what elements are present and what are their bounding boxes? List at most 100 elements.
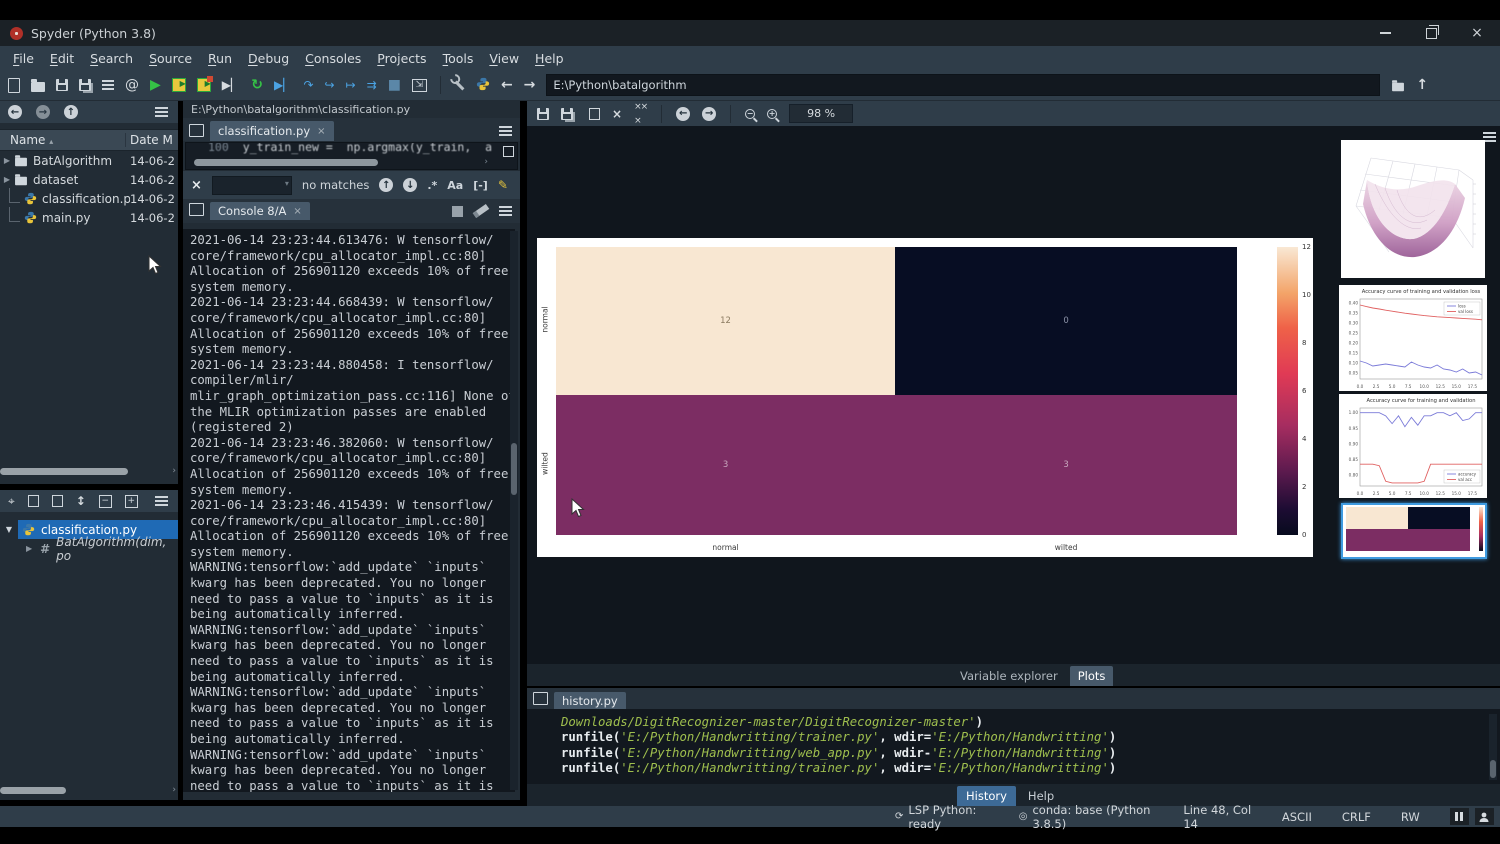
explorer-row-dataset[interactable]: ▶dataset14-06-2	[0, 170, 178, 189]
close-button[interactable]: ×	[1454, 20, 1500, 46]
explorer-forward-icon[interactable]: →	[36, 105, 50, 119]
zoom-out-icon[interactable]: −	[745, 109, 755, 119]
save-all-icon[interactable]	[79, 79, 91, 91]
zoom-level[interactable]: 98 %	[789, 104, 853, 123]
step-out-icon[interactable]: ↦	[346, 78, 356, 92]
find-input[interactable]	[212, 176, 292, 195]
step-into-icon[interactable]: ↪	[325, 78, 335, 92]
console-tab[interactable]: Console 8/A×	[210, 202, 310, 220]
explorer-row-classification-py[interactable]: classification.py14-06-2	[0, 189, 178, 208]
new-file-icon[interactable]	[8, 78, 20, 93]
loss-curve-thumbnail[interactable]: Accuracy curve of training and validatio…	[1339, 285, 1487, 391]
working-directory-input[interactable]	[546, 74, 1380, 96]
previous-plot-icon[interactable]: ←	[676, 107, 690, 121]
menu-view[interactable]: View	[482, 49, 526, 68]
outline-hscrollbar[interactable]: ‹›	[0, 786, 178, 795]
run-selection-icon[interactable]: ▶▏	[222, 78, 240, 92]
browse-directory-icon[interactable]	[1392, 82, 1404, 91]
find-next-icon[interactable]: ↓	[403, 178, 417, 192]
close-tab-icon[interactable]: ×	[317, 126, 325, 137]
regex-toggle-icon[interactable]: .*	[427, 179, 437, 192]
run-cell-icon[interactable]	[172, 78, 186, 92]
console-browse-tabs-icon[interactable]	[189, 203, 204, 216]
menu-source[interactable]: Source	[142, 49, 199, 68]
menu-search[interactable]: Search	[83, 49, 140, 68]
find-symbols-icon[interactable]: @	[125, 78, 139, 92]
heatmap-figure[interactable]: 12033normalwiltednormalwilted 121086420	[537, 238, 1313, 557]
collapse-all-icon[interactable]: −	[99, 495, 112, 508]
history-tab[interactable]: history.py	[554, 692, 626, 709]
file-switcher-icon[interactable]	[102, 80, 114, 90]
expand-all-icon[interactable]: +	[125, 495, 138, 508]
explorer-up-icon[interactable]: ↑	[64, 105, 78, 119]
goto-cursor-icon[interactable]: ⌖	[8, 494, 15, 508]
step-icon[interactable]: ↷	[303, 78, 313, 92]
menu-run[interactable]: Run	[201, 49, 239, 68]
menu-consoles[interactable]: Consoles	[298, 49, 368, 68]
collapse-section-icon[interactable]	[28, 495, 39, 507]
console-options-icon[interactable]	[499, 206, 512, 216]
python-env-icon[interactable]	[476, 77, 490, 94]
console-output[interactable]: 2021-06-14 23:23:44.613476: W tensorflow…	[183, 229, 515, 792]
expand-section-icon[interactable]	[52, 495, 63, 507]
highlight-toggle-icon[interactable]: ✎	[498, 178, 508, 192]
zoom-in-icon[interactable]: +	[767, 109, 777, 119]
next-plot-icon[interactable]: →	[702, 107, 716, 121]
menu-file[interactable]: File	[6, 49, 41, 68]
date-column-header[interactable]: Date M	[125, 133, 178, 147]
clear-console-icon[interactable]	[473, 204, 490, 218]
editor-restore-icon[interactable]	[503, 146, 514, 157]
accuracy-curve-thumbnail[interactable]: Accuracy curve for training and validati…	[1339, 394, 1487, 498]
explorer-row-batalgorithm[interactable]: ▶BatAlgorithm14-06-2	[0, 151, 178, 170]
menu-projects[interactable]: Projects	[370, 49, 433, 68]
rerun-icon[interactable]: ↻	[251, 78, 263, 92]
debug-file-icon[interactable]: ▶▏	[274, 78, 292, 92]
run-file-icon[interactable]: ▶	[150, 78, 161, 92]
history-vscrollbar[interactable]	[1489, 714, 1497, 780]
history-browse-tabs-icon[interactable]	[533, 692, 548, 705]
explorer-row-main-py[interactable]: main.py14-06-2	[0, 208, 178, 227]
outline-options-icon[interactable]	[155, 496, 168, 506]
pause-icon[interactable]	[1450, 808, 1469, 825]
find-previous-icon[interactable]: ↑	[379, 178, 393, 192]
editor-options-icon[interactable]	[499, 126, 512, 136]
outline-item-function[interactable]: ▶ # BatAlgorithm(dim, po	[0, 539, 178, 558]
continue-icon[interactable]: ⇉	[367, 78, 377, 92]
menu-edit[interactable]: Edit	[43, 49, 81, 68]
user-icon[interactable]	[1475, 808, 1494, 825]
save-all-plots-icon[interactable]	[561, 108, 573, 120]
menu-debug[interactable]: Debug	[241, 49, 296, 68]
editor-viewport[interactable]: 100y_train_new = np.argmax(y_train, a ‹›	[185, 142, 518, 170]
minimize-button[interactable]	[1362, 20, 1408, 46]
sort-icon[interactable]: ↕	[76, 494, 86, 508]
save-icon[interactable]	[56, 79, 68, 91]
maximize-pane-icon[interactable]: ⇲	[412, 79, 427, 92]
menu-help[interactable]: Help	[528, 49, 571, 68]
open-file-icon[interactable]	[31, 82, 45, 92]
editor-hscrollbar[interactable]: ‹›	[194, 158, 491, 166]
console-vscrollbar[interactable]	[510, 231, 518, 790]
close-find-icon[interactable]: ×	[191, 178, 202, 193]
stop-debug-icon[interactable]: ■	[388, 78, 401, 92]
browse-tabs-icon[interactable]	[189, 124, 204, 137]
history-log[interactable]: Downloads/DigitRecognizer-master/DigitRe…	[527, 709, 1500, 777]
menu-tools[interactable]: Tools	[436, 49, 481, 68]
tab-variable-explorer[interactable]: Variable explorer	[952, 666, 1066, 686]
remove-all-plots-icon[interactable]: ×××	[634, 100, 647, 128]
interrupt-kernel-icon[interactable]	[452, 206, 463, 217]
case-toggle-icon[interactable]: Aa	[447, 179, 463, 192]
editor-tab[interactable]: classification.py×	[210, 121, 334, 141]
heatmap-thumbnail-selected[interactable]	[1341, 503, 1487, 559]
console-close-icon[interactable]: ×	[293, 206, 301, 217]
whole-word-toggle-icon[interactable]: [-]	[473, 179, 488, 192]
copy-plot-icon[interactable]	[589, 108, 600, 120]
parent-directory-icon[interactable]: ↑	[1416, 78, 1428, 92]
tab-plots[interactable]: Plots	[1070, 666, 1114, 686]
explorer-back-icon[interactable]: ←	[8, 105, 22, 119]
remove-plot-icon[interactable]: ×	[612, 107, 622, 121]
restore-button[interactable]	[1408, 20, 1454, 46]
tools-wrench-icon[interactable]	[454, 80, 464, 90]
explorer-header[interactable]: Name ▴ Date M	[0, 129, 178, 151]
rerun-cell-icon[interactable]	[197, 78, 211, 92]
back-icon[interactable]: ←	[501, 78, 513, 92]
